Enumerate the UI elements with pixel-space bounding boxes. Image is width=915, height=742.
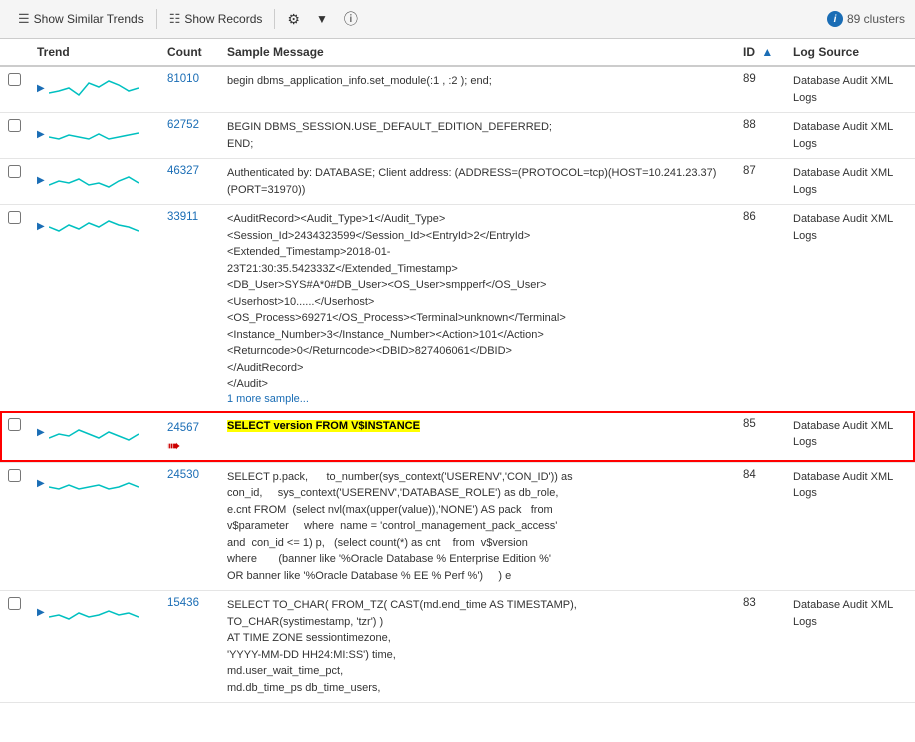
count-value[interactable]: 46327: [167, 165, 199, 177]
sample-message: SELECT p.pack, to_number(sys_context('US…: [227, 469, 727, 585]
sparkline: [49, 597, 139, 627]
row-checkbox[interactable]: [8, 73, 21, 86]
sparkline: [49, 469, 139, 499]
count-value[interactable]: 24530: [167, 469, 199, 481]
count-value[interactable]: 33911: [167, 211, 198, 223]
log-source: Database Audit XML Logs: [793, 121, 893, 150]
help-button[interactable]: ⓘ: [336, 6, 366, 32]
count-value[interactable]: 24567: [167, 422, 199, 434]
clusters-count: 89 clusters: [847, 12, 905, 26]
sparkline: [49, 418, 139, 448]
expand-row-arrow[interactable]: ▶: [37, 83, 45, 94]
row-id: 88: [735, 113, 785, 159]
expand-row-arrow[interactable]: ▶: [37, 221, 45, 232]
sample-message: <AuditRecord><Audit_Type>1</Audit_Type> …: [227, 211, 727, 393]
table-row: ▶ 24567 ➠ SELECT version FROM V$INSTANCE 8…: [0, 411, 915, 462]
log-source: Database Audit XML Logs: [793, 471, 893, 500]
sparkline: [49, 119, 139, 149]
expand-row-arrow[interactable]: ▶: [37, 129, 45, 140]
sparkline: [49, 73, 139, 103]
table-row: ▶ 24530 SELECT p.pack, to_number(sys_cont…: [0, 462, 915, 591]
col-header-logsource: Log Source: [785, 39, 915, 66]
show-records-label: Show Records: [184, 12, 262, 26]
sort-arrow-up: ▲: [761, 45, 773, 59]
col-header-message: Sample Message: [219, 39, 735, 66]
info-icon: i: [827, 11, 843, 27]
row-id: 86: [735, 205, 785, 412]
table-row: ▶ 33911 <AuditRecord><Audit_Type>1</Audit…: [0, 205, 915, 412]
more-samples-link[interactable]: 1 more sample...: [227, 393, 727, 405]
chevron-down-icon: ▼: [316, 12, 328, 26]
row-checkbox[interactable]: [8, 211, 21, 224]
help-icon: ⓘ: [344, 9, 358, 29]
results-table: Trend Count Sample Message ID ▲ Log Sour…: [0, 39, 915, 703]
row-id: 85: [735, 411, 785, 462]
table-row: ▶ 62752 BEGIN DBMS_SESSION.USE_DEFAULT_ED…: [0, 113, 915, 159]
expand-row-arrow[interactable]: ▶: [37, 427, 45, 438]
results-table-container: Trend Count Sample Message ID ▲ Log Sour…: [0, 39, 915, 703]
log-source: Database Audit XML Logs: [793, 213, 893, 242]
expand-row-arrow[interactable]: ▶: [37, 478, 45, 489]
log-source: Database Audit XML Logs: [793, 599, 893, 628]
row-id: 84: [735, 462, 785, 591]
table-row: ▶ 15436 SELECT TO_CHAR( FROM_TZ( CAST(md.…: [0, 591, 915, 703]
show-similar-trends-label: Show Similar Trends: [34, 12, 144, 26]
show-records-button[interactable]: ☷ Show Records: [161, 8, 271, 30]
log-source: Database Audit XML Logs: [793, 75, 893, 104]
toolbar-divider-2: [274, 9, 275, 29]
row-id: 89: [735, 66, 785, 113]
sample-message: begin dbms_application_info.set_module(:…: [227, 73, 727, 90]
records-icon: ☷: [169, 11, 181, 27]
col-header-trend: Trend: [29, 39, 159, 66]
show-similar-trends-button[interactable]: ☰ Show Similar Trends: [10, 8, 152, 30]
row-checkbox[interactable]: [8, 119, 21, 132]
log-source: Database Audit XML Logs: [793, 420, 893, 449]
col-header-check: [0, 39, 29, 66]
table-header-row: Trend Count Sample Message ID ▲ Log Sour…: [0, 39, 915, 66]
col-header-count: Count: [159, 39, 219, 66]
settings-button[interactable]: ⚙: [279, 8, 308, 31]
toolbar-divider-1: [156, 9, 157, 29]
sparkline: [49, 165, 139, 195]
count-value[interactable]: 15436: [167, 597, 199, 609]
count-value[interactable]: 81010: [167, 73, 199, 85]
count-value[interactable]: 62752: [167, 119, 199, 131]
sparkline: [49, 211, 139, 241]
sample-message: SELECT version FROM V$INSTANCE: [227, 418, 727, 435]
clusters-info: i 89 clusters: [827, 11, 905, 27]
table-body: ▶ 81010 begin dbms_application_info.set_m…: [0, 66, 915, 703]
cursor-indicator: ➠: [167, 438, 180, 455]
similar-trends-icon: ☰: [18, 11, 30, 27]
row-checkbox[interactable]: [8, 597, 21, 610]
dropdown-button[interactable]: ▼: [308, 9, 336, 29]
sample-message: Authenticated by: DATABASE; Client addre…: [227, 165, 727, 198]
col-header-id[interactable]: ID ▲: [735, 39, 785, 66]
expand-row-arrow[interactable]: ▶: [37, 607, 45, 618]
table-row: ▶ 81010 begin dbms_application_info.set_m…: [0, 66, 915, 113]
row-checkbox[interactable]: [8, 165, 21, 178]
toolbar: ☰ Show Similar Trends ☷ Show Records ⚙ ▼…: [0, 0, 915, 39]
expand-row-arrow[interactable]: ▶: [37, 175, 45, 186]
row-checkbox[interactable]: [8, 418, 21, 431]
row-id: 87: [735, 159, 785, 205]
sample-message: BEGIN DBMS_SESSION.USE_DEFAULT_EDITION_D…: [227, 119, 727, 152]
row-checkbox[interactable]: [8, 469, 21, 482]
gear-icon: ⚙: [287, 11, 300, 28]
log-source: Database Audit XML Logs: [793, 167, 893, 196]
sample-message: SELECT TO_CHAR( FROM_TZ( CAST(md.end_tim…: [227, 597, 727, 696]
table-row: ▶ 46327 Authenticated by: DATABASE; Clien…: [0, 159, 915, 205]
row-id: 83: [735, 591, 785, 703]
